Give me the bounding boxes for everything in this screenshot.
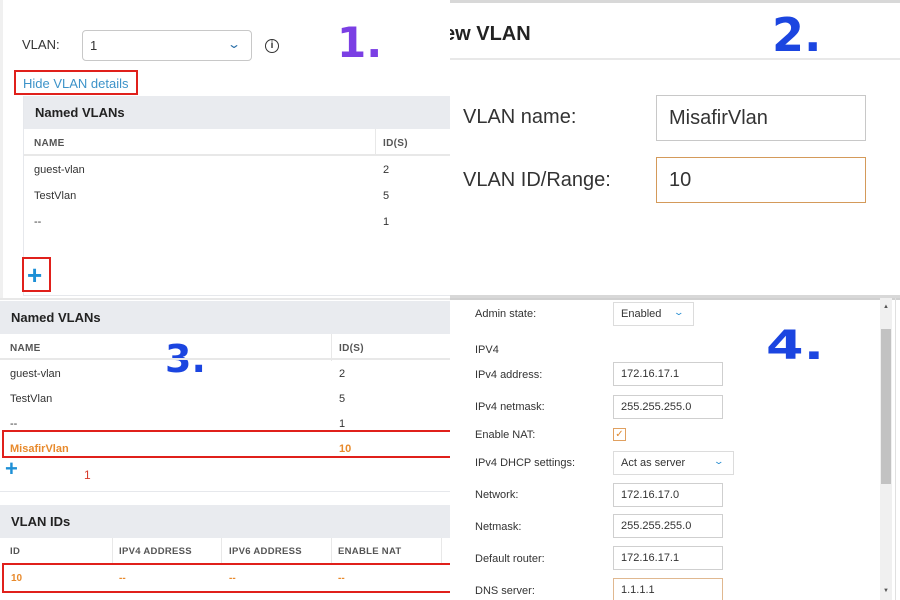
network-label: Network:	[475, 489, 519, 501]
row-name: guest-vlan	[34, 164, 85, 176]
top-divider	[450, 0, 900, 3]
title-divider	[450, 58, 900, 60]
named-vlans-panel: Named VLANs NAME ID(S) guest-vlan 2 Test…	[23, 96, 450, 296]
named-vlans-title: Named VLANs	[24, 96, 450, 129]
table-row[interactable]: guest-vlan 2	[24, 156, 450, 182]
dns-server-input[interactable]: 1.1.1.1	[613, 578, 723, 600]
new-vlan-row-highlight	[2, 430, 450, 458]
ipv4-address-input[interactable]: 172.16.17.1	[613, 362, 723, 386]
row-name: guest-vlan	[10, 368, 61, 380]
new-vlan-title: ew VLAN	[450, 23, 531, 45]
scrollbar-thumb[interactable]	[881, 329, 891, 484]
panel-1-vlan-selector: VLAN: 1 ⌄ i 1. Hide VLAN details Named V…	[0, 0, 450, 298]
row-ids: 2	[339, 368, 346, 380]
admin-state-value: Enabled	[621, 308, 662, 320]
column-separator	[375, 129, 376, 156]
column-ids: ID(S)	[383, 138, 408, 149]
column-separator	[112, 538, 113, 563]
dns-server-label: DNS server:	[475, 585, 535, 597]
right-border	[895, 298, 896, 600]
dhcp-settings-select[interactable]: Act as server ⌄	[613, 451, 734, 475]
row-name: --	[10, 418, 18, 430]
table-header: NAME ID(S)	[24, 129, 450, 156]
info-icon[interactable]: i	[265, 39, 279, 53]
named-vlans-title: Named VLANs	[0, 301, 450, 334]
panel-2-new-vlan-form: ew VLAN 2. VLAN name: MisafirVlan VLAN I…	[450, 0, 900, 298]
row-ids: 5	[383, 190, 390, 202]
admin-state-label: Admin state:	[475, 308, 537, 320]
netmask-input[interactable]: 255.255.255.0	[613, 514, 723, 538]
ipv4-address-label: IPv4 address:	[475, 369, 543, 381]
vlan-id-range-label: VLAN ID/Range:	[463, 169, 611, 191]
column-ids: ID(S)	[339, 343, 364, 354]
panel-4-vlan-ip-settings: 4. Admin state: Enabled ⌄ IPV4 IPv4 addr…	[450, 298, 900, 600]
dhcp-settings-label: IPv4 DHCP settings:	[475, 457, 576, 469]
add-vlan-button[interactable]: +	[5, 458, 18, 480]
vlan-select-value: 1	[90, 38, 98, 53]
row-ids: 1	[383, 216, 390, 228]
hide-vlan-details-link[interactable]: Hide VLAN details	[14, 70, 138, 95]
vlan-id-row-highlight	[2, 563, 450, 593]
column-ipv4: IPV4 ADDRESS	[119, 546, 192, 557]
vertical-scrollbar[interactable]: ▲ ▼	[880, 298, 892, 600]
enable-nat-label: Enable NAT:	[475, 429, 536, 441]
table-row[interactable]: TestVlan 5	[24, 182, 450, 208]
vlan-ids-title: VLAN IDs	[0, 505, 450, 538]
vlan-ids-table-header: ID IPV4 ADDRESS IPV6 ADDRESS ENABLE NAT	[0, 538, 450, 563]
step-label-1: 1.	[337, 18, 383, 67]
dhcp-settings-value: Act as server	[621, 457, 686, 469]
vlan-id-range-input[interactable]: 10	[656, 157, 866, 203]
vlan-select[interactable]: 1 ⌄	[82, 30, 252, 61]
column-ipv6: IPV6 ADDRESS	[229, 546, 302, 557]
row-ids: 1	[339, 418, 346, 430]
scroll-up-arrow-icon[interactable]: ▲	[880, 300, 892, 314]
ipv4-netmask-label: IPv4 netmask:	[475, 401, 545, 413]
panel-3-vlan-tables: Named VLANs 3. NAME ID(S) guest-vlan 2 T…	[0, 298, 450, 600]
enable-nat-checkbox[interactable]: ✓	[613, 428, 626, 441]
table-row[interactable]: -- 1	[24, 208, 450, 234]
scroll-down-arrow-icon[interactable]: ▼	[880, 584, 892, 598]
vlan-name-input[interactable]: MisafirVlan	[656, 95, 866, 141]
admin-state-select[interactable]: Enabled ⌄	[613, 302, 694, 326]
column-name: NAME	[10, 343, 41, 354]
table-header: NAME ID(S)	[0, 334, 450, 361]
panel-divider	[0, 491, 450, 492]
row-ids: 2	[383, 164, 390, 176]
top-divider	[0, 298, 450, 300]
chevron-down-icon: ⌄	[673, 307, 685, 317]
vlan-name-label: VLAN name:	[463, 106, 577, 128]
ipv4-netmask-input[interactable]: 255.255.255.0	[613, 395, 723, 419]
table-row[interactable]: TestVlan 5	[0, 385, 450, 410]
column-separator	[441, 538, 442, 563]
default-router-input[interactable]: 172.16.17.1	[613, 546, 723, 570]
row-ids: 5	[339, 393, 346, 405]
network-input[interactable]: 172.16.17.0	[613, 483, 723, 507]
column-enable-nat: ENABLE NAT	[338, 546, 402, 557]
column-name: NAME	[34, 138, 65, 149]
column-separator	[221, 538, 222, 563]
checkmark-icon: ✓	[615, 429, 624, 440]
step-label-4: 4.	[766, 323, 825, 369]
netmask-label: Netmask:	[475, 521, 522, 533]
column-separator	[331, 334, 332, 361]
table-row[interactable]: guest-vlan 2	[0, 360, 450, 385]
step-label-2: 2.	[772, 8, 822, 62]
annotation-number: 1	[84, 468, 91, 482]
row-name: TestVlan	[10, 393, 53, 405]
vlan-label: VLAN:	[22, 37, 60, 52]
column-separator	[331, 538, 332, 563]
column-id: ID	[10, 546, 21, 557]
chevron-down-icon: ⌄	[713, 456, 725, 466]
row-name: TestVlan	[34, 190, 77, 202]
ipv4-section-title: IPV4	[475, 344, 499, 356]
default-router-label: Default router:	[475, 553, 545, 565]
add-vlan-button[interactable]: +	[27, 262, 42, 288]
chevron-down-icon: ⌄	[226, 37, 242, 51]
top-divider	[450, 298, 900, 300]
left-border	[0, 0, 3, 298]
row-name: --	[34, 216, 42, 228]
